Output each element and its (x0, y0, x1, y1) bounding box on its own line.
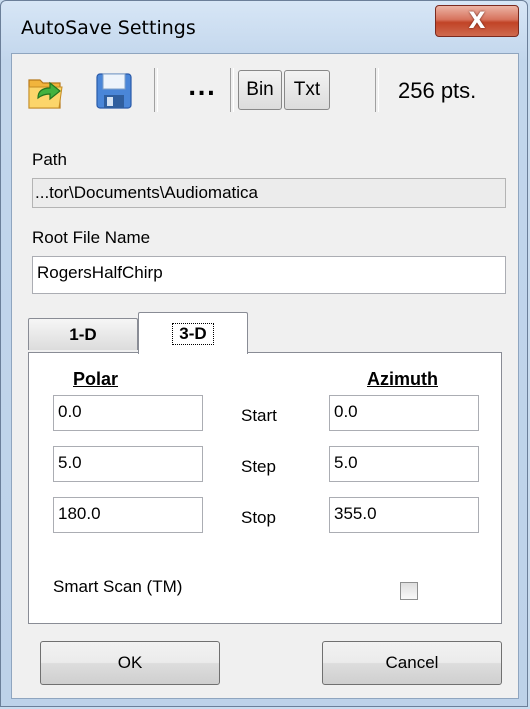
azimuth-start-input[interactable]: 0.0 (329, 395, 479, 431)
polar-header: Polar (73, 369, 119, 389)
stop-label: Stop (241, 508, 276, 527)
close-button[interactable]: X (435, 5, 519, 37)
azimuth-stop-input[interactable]: 355.0 (329, 497, 479, 533)
txt-format-button[interactable]: Txt (284, 70, 330, 110)
polar-start-input[interactable]: 0.0 (53, 395, 203, 431)
browse-button[interactable]: ... (188, 76, 216, 101)
dialog-client-area: ... Bin Txt 256 pts. Path ...tor\Documen… (11, 53, 519, 699)
root-file-name-label: Root File Name (32, 228, 151, 247)
points-count: 256 pts. (398, 78, 477, 103)
close-icon: X (468, 8, 486, 34)
window-title: AutoSave Settings (21, 17, 196, 39)
smart-scan-label: Smart Scan (TM) (53, 577, 183, 596)
bin-format-button[interactable]: Bin (238, 70, 282, 110)
folder-arrow-icon[interactable] (26, 68, 66, 112)
azimuth-step-input[interactable]: 5.0 (329, 446, 479, 482)
start-label: Start (241, 406, 277, 425)
root-file-name-input[interactable]: RogersHalfChirp (32, 256, 506, 294)
tab-1d-label: 1-D (69, 324, 97, 344)
toolbar-separator (154, 68, 158, 112)
toolbar-separator (230, 68, 234, 112)
tab-panel-3d: Polar Azimuth 0.0 Start 0.0 5.0 Step 5.0… (28, 352, 502, 624)
autosave-settings-window: AutoSave Settings X ... Bin Txt 256 pts.… (0, 0, 528, 707)
polar-step-input[interactable]: 5.0 (53, 446, 203, 482)
path-label: Path (32, 150, 67, 169)
cancel-button[interactable]: Cancel (322, 641, 502, 685)
toolbar-separator (375, 68, 379, 112)
step-label: Step (241, 457, 276, 476)
path-field: ...tor\Documents\Audiomatica (32, 178, 506, 208)
tab-3d-label: 3-D (172, 322, 214, 345)
floppy-disk-icon[interactable] (94, 68, 134, 112)
tab-3d[interactable]: 3-D (138, 312, 248, 354)
polar-stop-input[interactable]: 180.0 (53, 497, 203, 533)
tab-1d[interactable]: 1-D (28, 318, 138, 350)
ok-button[interactable]: OK (40, 641, 220, 685)
smart-scan-checkbox[interactable] (400, 582, 418, 600)
title-bar[interactable]: AutoSave Settings X (1, 1, 527, 53)
azimuth-header: Azimuth (367, 369, 438, 389)
